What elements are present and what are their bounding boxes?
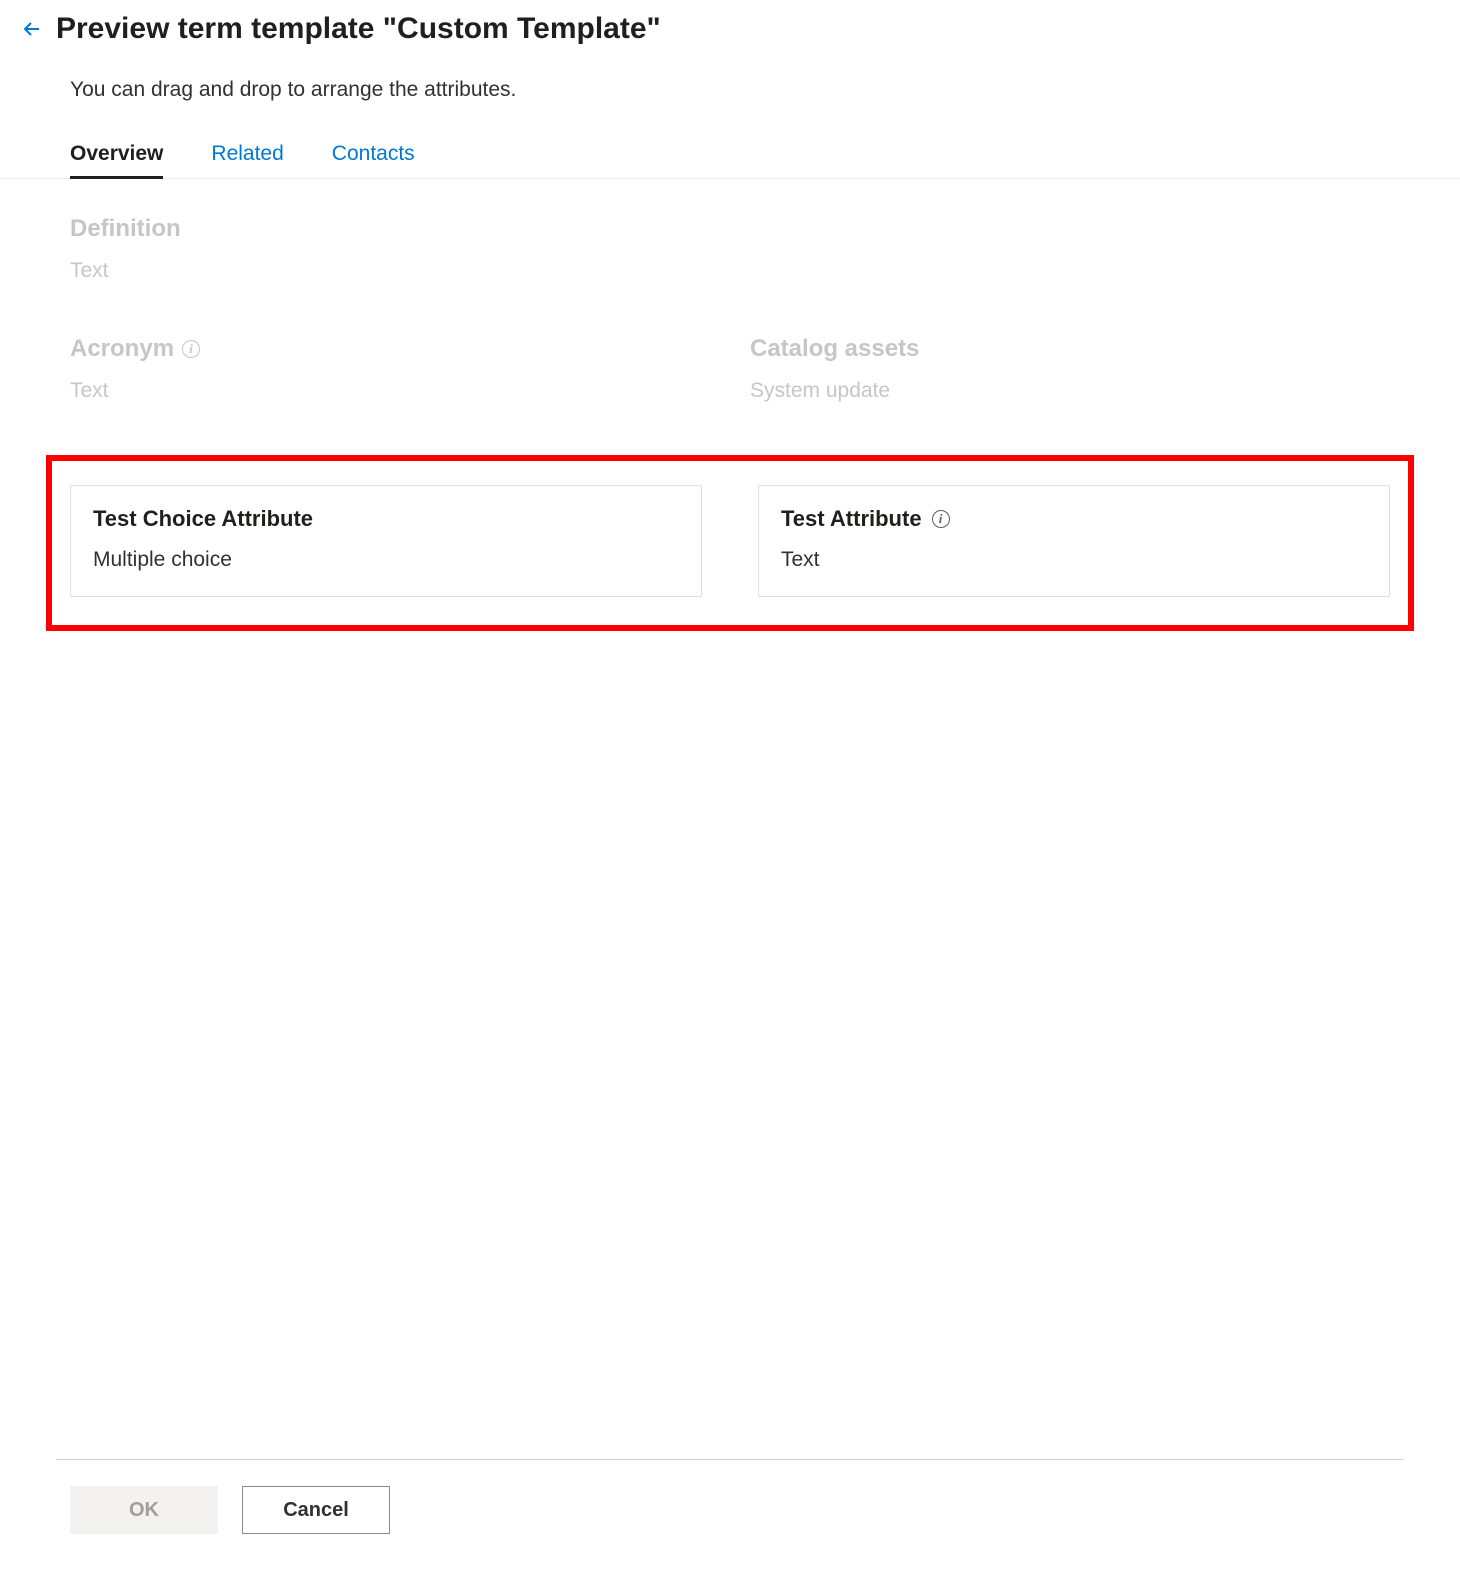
back-arrow-icon[interactable] — [20, 17, 44, 41]
field-label-acronym: Acronym i — [70, 335, 710, 363]
tab-contacts[interactable]: Contacts — [332, 142, 415, 178]
cancel-button[interactable]: Cancel — [242, 1486, 390, 1534]
footer: OK Cancel — [70, 1486, 390, 1534]
field-value-definition: Text — [70, 259, 1390, 283]
tab-related[interactable]: Related — [211, 142, 283, 178]
ok-button: OK — [70, 1486, 218, 1534]
tabs: Overview Related Contacts — [0, 102, 1460, 179]
info-icon[interactable]: i — [932, 510, 950, 528]
attribute-card-title: Test Attribute i — [781, 506, 1367, 532]
field-label-catalog: Catalog assets — [750, 335, 1390, 363]
attribute-card-title: Test Choice Attribute — [93, 506, 679, 532]
attribute-card-title-text: Test Choice Attribute — [93, 506, 313, 532]
page-title: Preview term template "Custom Template" — [56, 12, 661, 46]
header: Preview term template "Custom Template" — [0, 0, 1460, 46]
field-row-two: Acronym i Text Catalog assets System upd… — [70, 335, 1390, 403]
attribute-card-sub: Multiple choice — [93, 548, 679, 572]
field-value-acronym: Text — [70, 379, 710, 403]
field-label-acronym-text: Acronym — [70, 335, 174, 363]
custom-attribute-cards: Test Choice Attribute Multiple choice Te… — [70, 485, 1390, 597]
info-icon[interactable]: i — [182, 340, 200, 358]
tab-overview[interactable]: Overview — [70, 142, 163, 178]
attribute-card-title-text: Test Attribute — [781, 506, 922, 532]
attribute-card-test-choice[interactable]: Test Choice Attribute Multiple choice — [70, 485, 702, 597]
field-acronym: Acronym i Text — [70, 335, 710, 403]
field-label-definition: Definition — [70, 215, 1390, 243]
attribute-card-test-attribute[interactable]: Test Attribute i Text — [758, 485, 1390, 597]
footer-divider — [56, 1459, 1404, 1460]
page-subtitle: You can drag and drop to arrange the att… — [0, 46, 1460, 102]
field-definition: Definition Text — [70, 215, 1390, 283]
custom-attributes-highlight: Test Choice Attribute Multiple choice Te… — [46, 455, 1414, 631]
field-catalog: Catalog assets System update — [750, 335, 1390, 403]
content: Definition Text Acronym i Text Catalog a… — [0, 179, 1460, 631]
attribute-card-sub: Text — [781, 548, 1367, 572]
field-value-catalog: System update — [750, 379, 1390, 403]
